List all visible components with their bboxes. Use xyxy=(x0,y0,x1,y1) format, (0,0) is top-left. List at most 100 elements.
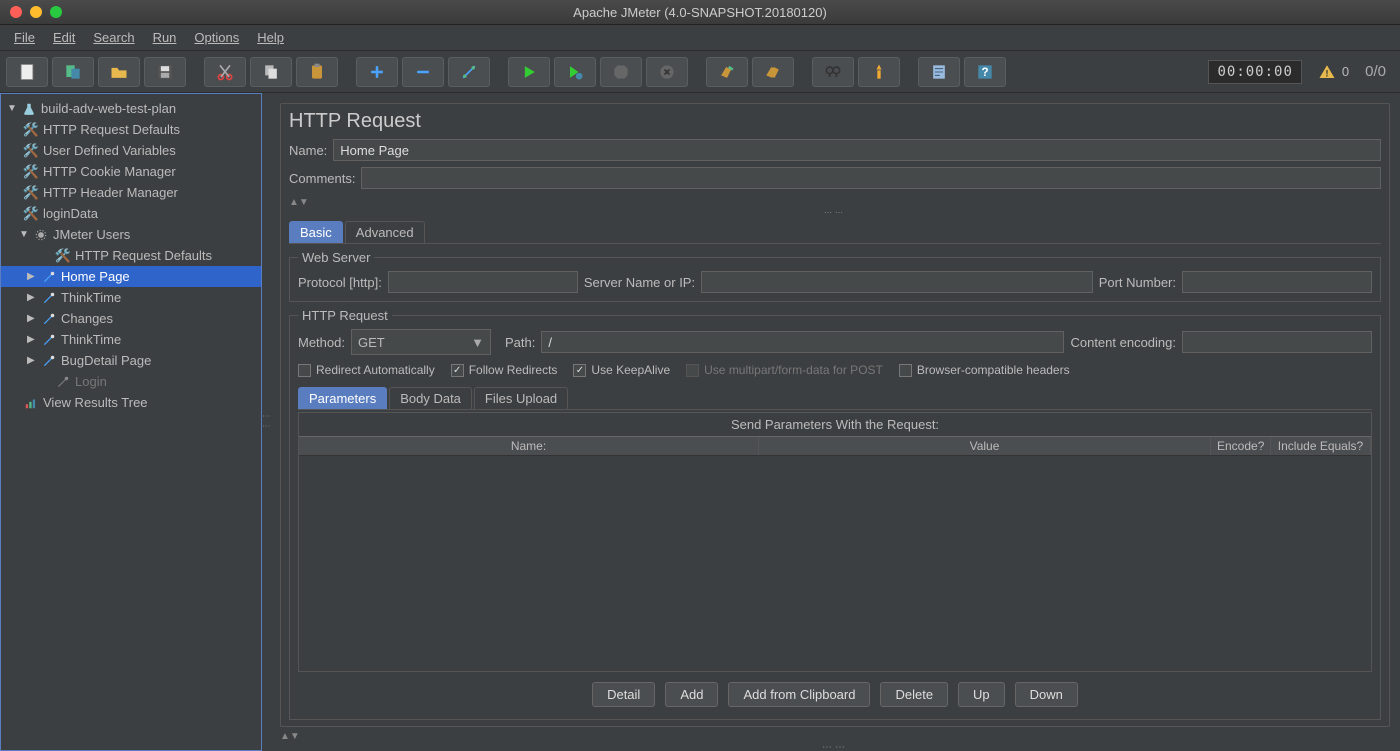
check-keepalive[interactable]: Use KeepAlive xyxy=(573,363,670,377)
tree-root-label: build-adv-web-test-plan xyxy=(41,101,176,116)
encoding-input[interactable] xyxy=(1182,331,1372,353)
flask-icon xyxy=(21,101,37,117)
editor-panel: HTTP Request Name: Comments: ▲▼ ⋯⋯ Basic… xyxy=(270,93,1400,751)
start-button[interactable] xyxy=(508,57,550,87)
test-plan-tree[interactable]: ▼ build-adv-web-test-plan 🛠️HTTP Request… xyxy=(0,93,262,751)
function-helper-button[interactable] xyxy=(918,57,960,87)
tree-root[interactable]: ▼ build-adv-web-test-plan xyxy=(1,98,261,119)
clear-all-button[interactable] xyxy=(752,57,794,87)
check-browser-compat[interactable]: Browser-compatible headers xyxy=(899,363,1070,377)
col-value[interactable]: Value xyxy=(759,437,1211,455)
panel-heading: HTTP Request xyxy=(289,110,1381,133)
tab-files-upload[interactable]: Files Upload xyxy=(474,387,568,409)
tree-threadgroup[interactable]: ▼ JMeter Users xyxy=(1,224,261,245)
drag-grip[interactable]: ⋯⋯ xyxy=(289,208,1381,217)
minimize-window-button[interactable] xyxy=(30,6,42,18)
paste-button[interactable] xyxy=(296,57,338,87)
maximize-window-button[interactable] xyxy=(50,6,62,18)
tab-parameters[interactable]: Parameters xyxy=(298,387,387,409)
protocol-input[interactable] xyxy=(388,271,578,293)
collapse-button[interactable] xyxy=(402,57,444,87)
menu-edit[interactable]: Edit xyxy=(45,27,83,48)
col-encode[interactable]: Encode? xyxy=(1211,437,1271,455)
parameters-body[interactable] xyxy=(299,456,1371,671)
cut-button[interactable] xyxy=(204,57,246,87)
expand-button[interactable] xyxy=(356,57,398,87)
tab-basic[interactable]: Basic xyxy=(289,221,343,243)
port-input[interactable] xyxy=(1182,271,1372,293)
wrench-icon: 🛠️ xyxy=(23,206,39,222)
warnings-badge[interactable]: ! 0 xyxy=(1318,63,1349,81)
clear-button[interactable] xyxy=(706,57,748,87)
reset-search-button[interactable] xyxy=(858,57,900,87)
menu-run[interactable]: Run xyxy=(145,27,185,48)
window-controls xyxy=(10,6,62,18)
delete-button[interactable]: Delete xyxy=(880,682,948,707)
check-follow-redirects[interactable]: Follow Redirects xyxy=(451,363,558,377)
name-input[interactable] xyxy=(333,139,1381,161)
menu-search[interactable]: Search xyxy=(85,27,142,48)
close-window-button[interactable] xyxy=(10,6,22,18)
detail-button[interactable]: Detail xyxy=(592,682,655,707)
tree-item-changes[interactable]: ▶Changes xyxy=(1,308,261,329)
tree-item-results-tree[interactable]: View Results Tree xyxy=(1,392,261,413)
search-toolbar-button[interactable] xyxy=(812,57,854,87)
new-button[interactable] xyxy=(6,57,48,87)
tab-advanced[interactable]: Advanced xyxy=(345,221,425,243)
tree-item-home-page[interactable]: ▶Home Page xyxy=(1,266,261,287)
toggle-button[interactable] xyxy=(448,57,490,87)
port-label: Port Number: xyxy=(1099,275,1176,290)
config-tabs: Basic Advanced xyxy=(289,221,1381,244)
http-request-group: HTTP Request Method: GET ▼ Path: Content… xyxy=(289,308,1381,720)
collapse-toggle-bottom[interactable]: ▲▼⋯⋯ xyxy=(280,731,1390,751)
wrench-icon: 🛠️ xyxy=(23,143,39,159)
path-input[interactable] xyxy=(541,331,1064,353)
menu-help[interactable]: Help xyxy=(249,27,292,48)
wrench-icon: 🛠️ xyxy=(23,185,39,201)
col-include-equals[interactable]: Include Equals? xyxy=(1271,437,1371,455)
tree-item-logindata[interactable]: 🛠️loginData xyxy=(1,203,261,224)
wrench-icon: 🛠️ xyxy=(23,122,39,138)
comments-input[interactable] xyxy=(361,167,1381,189)
method-select[interactable]: GET ▼ xyxy=(351,329,491,355)
parameters-header: Name: Value Encode? Include Equals? xyxy=(299,436,1371,456)
templates-button[interactable] xyxy=(52,57,94,87)
wrench-icon: 🛠️ xyxy=(23,164,39,180)
comments-label: Comments: xyxy=(289,171,355,186)
check-redirect-auto[interactable]: Redirect Automatically xyxy=(298,363,435,377)
method-label: Method: xyxy=(298,335,345,350)
stop-button[interactable] xyxy=(600,57,642,87)
name-label: Name: xyxy=(289,143,327,158)
vertical-splitter[interactable]: ⋮⋮ xyxy=(262,93,270,751)
up-button[interactable]: Up xyxy=(958,682,1005,707)
encoding-label: Content encoding: xyxy=(1070,335,1176,350)
tree-item-cookie-mgr[interactable]: 🛠️HTTP Cookie Manager xyxy=(1,161,261,182)
server-label: Server Name or IP: xyxy=(584,275,695,290)
menu-options[interactable]: Options xyxy=(186,27,247,48)
copy-button[interactable] xyxy=(250,57,292,87)
start-no-timers-button[interactable] xyxy=(554,57,596,87)
server-input[interactable] xyxy=(701,271,1093,293)
menu-file[interactable]: File xyxy=(6,27,43,48)
down-button[interactable]: Down xyxy=(1015,682,1078,707)
tree-item-thinktime-2[interactable]: ▶ThinkTime xyxy=(1,329,261,350)
collapse-toggle-top[interactable]: ▲▼ xyxy=(289,197,1381,208)
tree-item-tg-defaults[interactable]: 🛠️HTTP Request Defaults xyxy=(1,245,261,266)
tree-item-bugdetail[interactable]: ▶BugDetail Page xyxy=(1,350,261,371)
col-name[interactable]: Name: xyxy=(299,437,759,455)
tree-item-header-mgr[interactable]: 🛠️HTTP Header Manager xyxy=(1,182,261,203)
tab-body-data[interactable]: Body Data xyxy=(389,387,472,409)
tree-item-thinktime-1[interactable]: ▶ThinkTime xyxy=(1,287,261,308)
tree-item-http-defaults[interactable]: 🛠️HTTP Request Defaults xyxy=(1,119,261,140)
add-button[interactable]: Add xyxy=(665,682,718,707)
shutdown-button[interactable] xyxy=(646,57,688,87)
gear-icon xyxy=(33,227,49,243)
save-button[interactable] xyxy=(144,57,186,87)
menubar: File Edit Search Run Options Help xyxy=(0,25,1400,51)
add-from-clipboard-button[interactable]: Add from Clipboard xyxy=(728,682,870,707)
tree-item-login[interactable]: Login xyxy=(1,371,261,392)
help-button[interactable]: ? xyxy=(964,57,1006,87)
open-button[interactable] xyxy=(98,57,140,87)
toolbar: ? 00:00:00 ! 0 0/0 xyxy=(0,51,1400,93)
tree-item-user-vars[interactable]: 🛠️User Defined Variables xyxy=(1,140,261,161)
